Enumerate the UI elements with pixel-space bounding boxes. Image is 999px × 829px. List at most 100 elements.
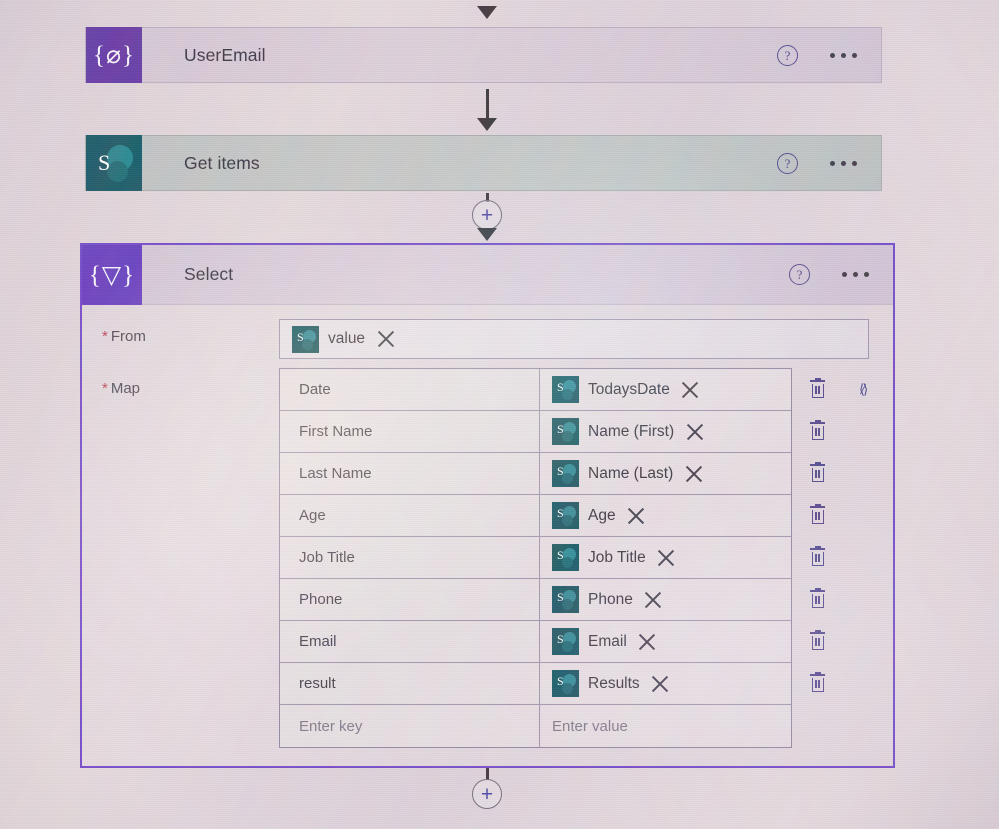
delete-row-icon[interactable] <box>810 377 825 398</box>
map-value-token-chip[interactable]: S Results <box>552 670 669 697</box>
map-value-input[interactable]: S Email <box>540 621 791 662</box>
map-value-token-chip[interactable]: S Email <box>552 628 656 655</box>
flow-designer-canvas: {⌀} UserEmail ? S Get items ? + {▽} Sele… <box>0 0 999 829</box>
delete-row-icon[interactable] <box>810 587 825 608</box>
trash-lid <box>810 629 825 635</box>
sharepoint-token-icon: S <box>552 502 579 529</box>
insert-step-button-bottom[interactable]: + <box>472 779 502 809</box>
help-icon[interactable]: ? <box>789 264 810 285</box>
remove-token-icon[interactable] <box>377 331 394 348</box>
trash-can <box>811 384 824 398</box>
from-token-chip[interactable]: S value <box>292 325 394 353</box>
from-input[interactable]: S value <box>279 319 869 359</box>
map-key-input[interactable]: Date <box>280 369 540 410</box>
token-icon-letter: S <box>557 380 564 394</box>
token-icon-letter: S <box>557 506 564 520</box>
remove-token-icon[interactable] <box>652 675 669 692</box>
remove-token-icon[interactable] <box>686 423 703 440</box>
ellipsis-dot <box>830 160 835 166</box>
sharepoint-token-icon: S <box>292 325 319 353</box>
map-value-token-label: Age <box>588 506 616 524</box>
overflow-menu-icon[interactable] <box>830 52 857 58</box>
map-value-token-chip[interactable]: S Name (Last) <box>552 460 702 487</box>
map-key-input[interactable]: Job Title <box>280 537 540 578</box>
sharepoint-token-icon: S <box>552 418 579 445</box>
map-value-input[interactable]: S Age <box>540 495 791 536</box>
map-key-input[interactable]: First Name <box>280 411 540 452</box>
map-field-label-row: * Map <box>102 380 140 397</box>
map-row-action-group <box>810 494 940 536</box>
remove-token-icon[interactable] <box>682 381 699 398</box>
overflow-menu-icon[interactable] <box>830 160 857 166</box>
map-value-input[interactable]: S Phone <box>540 579 791 620</box>
map-row: result S Results <box>280 663 791 705</box>
map-key-input[interactable]: Age <box>280 495 540 536</box>
select-card-title: Select <box>184 264 234 284</box>
ellipsis-dot <box>842 272 847 277</box>
ellipsis-dot <box>864 272 869 277</box>
switch-to-expression-icon[interactable]: ⟨∕⟩ <box>858 380 866 397</box>
map-value-token-chip[interactable]: S Age <box>552 502 645 529</box>
map-key-input[interactable]: result <box>280 663 540 704</box>
flow-step-title: UserEmail <box>184 44 266 65</box>
ellipsis-dot <box>841 160 846 166</box>
map-row: Job Title S Job Title <box>280 537 791 579</box>
token-icon-letter: S <box>557 464 564 478</box>
map-label-text: Map <box>110 380 141 397</box>
remove-token-icon[interactable] <box>658 549 675 566</box>
map-row: First Name S Name (First) <box>280 411 791 453</box>
map-value-token-chip[interactable]: S Job Title <box>552 544 675 571</box>
map-key-input[interactable]: Last Name <box>280 453 540 494</box>
delete-row-icon[interactable] <box>810 671 825 692</box>
delete-row-icon[interactable] <box>810 503 825 524</box>
trash-can <box>811 468 824 482</box>
delete-row-icon[interactable] <box>810 629 825 650</box>
map-row-action-group <box>810 536 940 578</box>
map-row-action-group <box>810 410 940 452</box>
trash-lid <box>810 671 825 677</box>
map-value-input[interactable]: S Name (Last) <box>540 453 791 494</box>
remove-token-icon[interactable] <box>628 507 645 524</box>
map-value-token-label: Email <box>588 632 627 650</box>
remove-token-icon[interactable] <box>645 591 662 608</box>
map-value-input-empty[interactable]: Enter value <box>540 705 791 747</box>
trash-lid <box>810 545 825 551</box>
select-filter-icon: {▽} <box>82 244 142 305</box>
select-card-header[interactable]: {▽} Select ? <box>82 244 893 305</box>
map-row: Last Name S Name (Last) <box>280 453 791 495</box>
map-value-token-chip[interactable]: S Name (First) <box>552 418 703 445</box>
ellipsis-dot <box>841 52 846 58</box>
insert-step-button[interactable]: + <box>472 200 502 230</box>
map-key-input-empty[interactable]: Enter key <box>280 705 540 747</box>
flow-step-actions: ? <box>777 152 881 174</box>
delete-row-icon[interactable] <box>810 461 825 482</box>
map-row-action-group <box>810 578 940 620</box>
remove-token-icon[interactable] <box>639 633 656 650</box>
map-value-token-chip[interactable]: S Phone <box>552 586 662 613</box>
map-value-input[interactable]: S Job Title <box>540 537 791 578</box>
map-key-input[interactable]: Email <box>280 621 540 662</box>
help-icon[interactable]: ? <box>777 44 798 66</box>
help-icon[interactable]: ? <box>777 152 798 174</box>
compose-icon: {⌀} <box>86 27 142 83</box>
flow-step-getitems[interactable]: S Get items ? <box>85 135 882 191</box>
map-value-token-chip[interactable]: S TodaysDate <box>552 376 699 403</box>
map-key-input[interactable]: Phone <box>280 579 540 620</box>
delete-row-icon[interactable] <box>810 545 825 566</box>
map-value-input[interactable]: S Results <box>540 663 791 704</box>
flow-step-useremail[interactable]: {⌀} UserEmail ? <box>85 27 882 83</box>
map-value-input[interactable]: S TodaysDate <box>540 369 791 410</box>
map-value-token-label: Name (First) <box>588 422 675 440</box>
ellipsis-dot <box>852 52 857 58</box>
delete-row-icon[interactable] <box>810 419 825 440</box>
flow-step-select-panel[interactable]: {▽} Select ? * From S value * Map Date S… <box>80 243 895 768</box>
required-asterisk: * <box>102 380 108 397</box>
map-row: Age S Age <box>280 495 791 537</box>
map-value-input[interactable]: S Name (First) <box>540 411 791 452</box>
remove-token-icon[interactable] <box>685 465 702 482</box>
connector-arrow <box>477 228 497 241</box>
overflow-menu-icon[interactable] <box>842 272 869 277</box>
trash-can <box>811 636 824 650</box>
flow-step-title: Get items <box>184 152 260 173</box>
sharepoint-token-icon: S <box>552 544 579 571</box>
